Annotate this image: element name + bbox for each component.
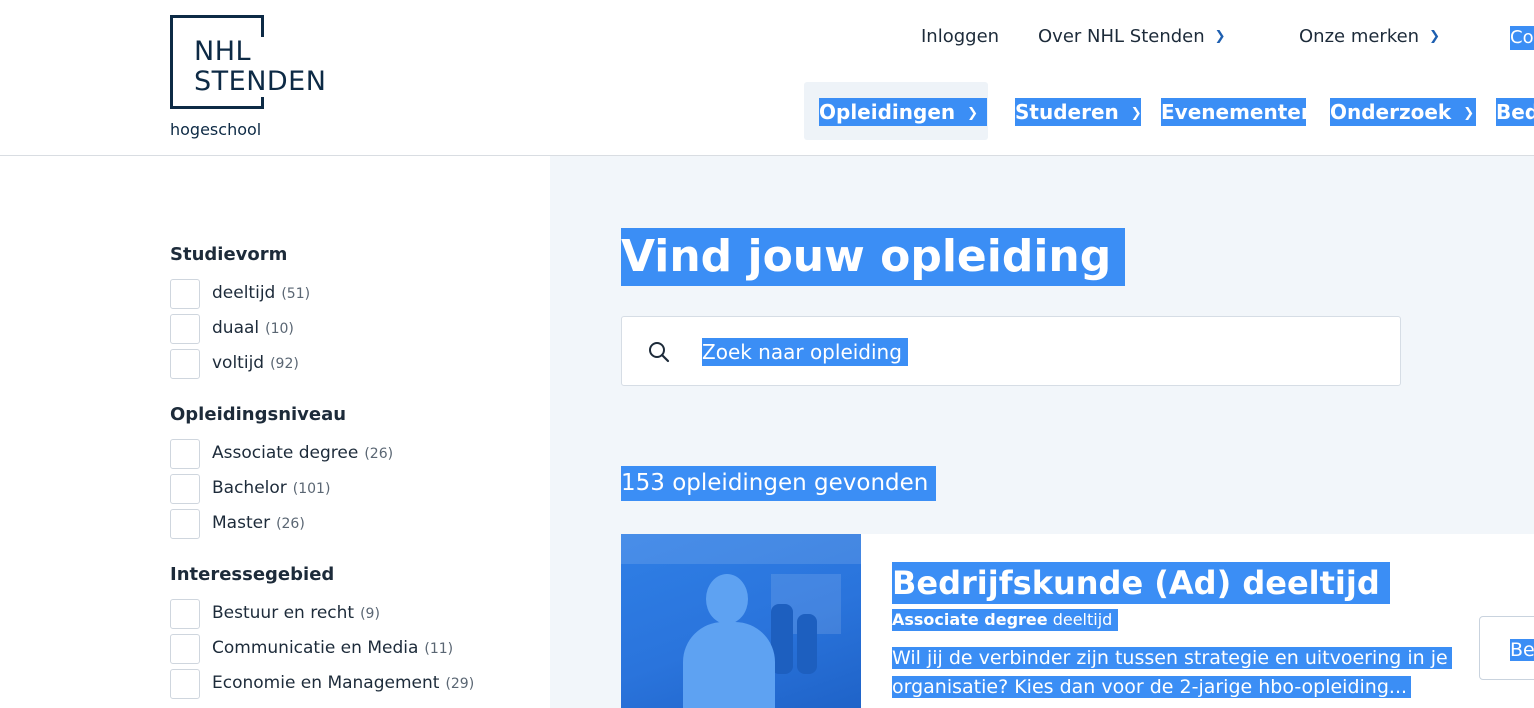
filter-interesse-title: Interessegebied <box>170 564 335 585</box>
filter-option-label: Bestuur en recht <box>212 603 355 623</box>
filter-option-count: (92) <box>270 356 299 372</box>
mainnav-studeren-label: Studeren <box>1015 100 1119 124</box>
checkbox[interactable] <box>170 439 200 469</box>
page-title: Vind jouw opleiding <box>621 228 1126 286</box>
mainnav-evenementen[interactable]: Evenementen <box>1161 98 1315 126</box>
logo-wordmark: NHL STENDEN <box>194 36 327 97</box>
chevron-down-icon: ❯ <box>967 106 979 121</box>
chevron-down-icon: ❯ <box>1130 106 1142 121</box>
filter-niveau-title: Opleidingsniveau <box>170 404 347 425</box>
topnav-login-label: Inloggen <box>921 26 1000 47</box>
topnav-login-link[interactable]: Inloggen <box>921 26 999 47</box>
image-person-head <box>706 574 748 624</box>
filter-option-count: (26) <box>276 516 305 532</box>
mainnav-opleidingen-label: Opleidingen <box>819 100 956 124</box>
search-placeholder: Zoek naar opleiding <box>702 338 908 366</box>
filter-option-count: (29) <box>445 676 475 692</box>
topnav-brands-label: Onze merken <box>1299 26 1420 47</box>
image-background-person <box>797 614 817 674</box>
chevron-down-icon: ❯ <box>1214 29 1226 44</box>
filter-option-count: (9) <box>360 606 380 622</box>
filter-option-label: Communicatie en Media <box>212 638 419 658</box>
image-person-body <box>683 622 775 708</box>
filter-studievorm-title: Studievorm <box>170 244 288 265</box>
course-description-line: Wil jij de verbinder zijn tussen strateg… <box>892 647 1452 669</box>
checkbox[interactable] <box>170 279 200 309</box>
course-form: deeltijd <box>1052 610 1113 629</box>
filter-option-label: deeltijd <box>212 283 276 303</box>
course-more-button[interactable]: Be <box>1479 616 1534 680</box>
filter-option-label: voltijd <box>212 353 265 373</box>
mainnav-onderzoek[interactable]: Onderzoek ❯ <box>1330 98 1476 126</box>
course-description-line: organisatie? Kies dan voor de 2-jarige h… <box>892 676 1412 698</box>
chevron-down-icon: ❯ <box>1463 106 1475 121</box>
checkbox[interactable] <box>170 509 200 539</box>
course-title[interactable]: Bedrijfskunde (Ad) deeltijd <box>892 562 1390 604</box>
mainnav-evenementen-label: Evenementen <box>1161 100 1316 124</box>
mainnav-opleidingen[interactable]: Opleidingen ❯ <box>819 98 987 126</box>
topnav-contact-link[interactable]: Co <box>1510 26 1534 50</box>
results-count: 153 opleidingen gevonden <box>621 466 937 501</box>
filter-option-label: duaal <box>212 318 260 338</box>
nhl-stenden-logo[interactable]: NHL STENDEN hogeschool <box>170 15 340 145</box>
filter-option-count: (11) <box>424 641 454 657</box>
checkbox[interactable] <box>170 634 200 664</box>
checkbox[interactable] <box>170 314 200 344</box>
checkbox[interactable] <box>170 669 200 699</box>
filter-option-count: (51) <box>281 286 311 302</box>
topnav-about-label: Over NHL Stenden <box>1038 26 1205 47</box>
filter-option-count: (10) <box>265 321 294 337</box>
image-window-band <box>621 534 861 564</box>
topnav-brands-menu[interactable]: Onze merken ❯ <box>1299 26 1440 47</box>
topnav-about-menu[interactable]: Over NHL Stenden ❯ <box>1038 26 1226 47</box>
mainnav-bedrijven[interactable]: Bed <box>1496 98 1534 126</box>
logo-subtitle: hogeschool <box>170 120 262 139</box>
search-input[interactable]: Zoek naar opleiding <box>621 316 1401 386</box>
course-meta: Associate degree deeltijd <box>892 609 1119 631</box>
search-icon <box>649 342 670 363</box>
filter-option-label: Economie en Management <box>212 673 440 693</box>
checkbox[interactable] <box>170 474 200 504</box>
course-description: Wil jij de verbinder zijn tussen strateg… <box>892 644 1452 702</box>
course-more-label: Be <box>1510 639 1534 661</box>
filter-option-count: (26) <box>364 446 394 462</box>
filter-option-label: Bachelor <box>212 478 287 498</box>
filter-option-count: (101) <box>292 481 331 497</box>
site-header: NHL STENDEN hogeschool Inloggen Over NHL… <box>0 0 1534 156</box>
mainnav-studeren[interactable]: Studeren ❯ <box>1015 98 1142 126</box>
mainnav-onderzoek-label: Onderzoek <box>1330 100 1452 124</box>
filter-option-label: Master <box>212 513 271 533</box>
checkbox[interactable] <box>170 599 200 629</box>
checkbox[interactable] <box>170 349 200 379</box>
filter-sidebar <box>0 156 550 708</box>
chevron-down-icon: ❯ <box>1429 29 1440 44</box>
filter-option-label: Associate degree <box>212 443 359 463</box>
mainnav-bedrijven-label: Bed <box>1496 100 1534 124</box>
course-level: Associate degree <box>892 610 1048 629</box>
course-image[interactable] <box>621 534 861 708</box>
